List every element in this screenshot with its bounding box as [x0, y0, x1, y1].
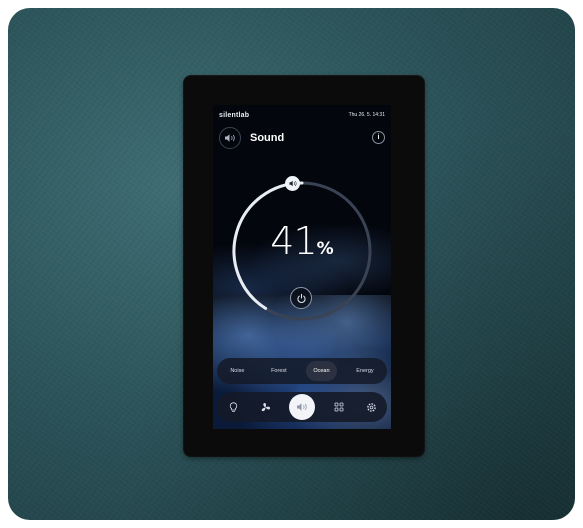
page-header: Sound i	[219, 127, 385, 149]
bottom-navigation	[217, 392, 387, 422]
mode-energy[interactable]: Energy	[349, 361, 380, 381]
tablet-screen: silentlab Thu 26. 5. 14:31 Sound i 41% N…	[213, 105, 391, 429]
sound-mode-button[interactable]	[219, 127, 241, 149]
wall-tablet: silentlab Thu 26. 5. 14:31 Sound i 41% N…	[184, 76, 424, 456]
nav-light[interactable]	[225, 399, 241, 415]
sound-mode-selector: Noise Forest Ocean Energy	[217, 358, 387, 384]
volume-value: 41	[270, 219, 317, 263]
volume-unit: %	[316, 239, 334, 259]
speaker-icon	[225, 134, 235, 142]
mode-ocean[interactable]: Ocean	[306, 361, 337, 381]
bulb-icon	[229, 401, 237, 412]
status-bar: silentlab Thu 26. 5. 14:31	[219, 109, 385, 121]
power-button[interactable]	[290, 287, 312, 309]
info-icon: i	[377, 134, 380, 141]
info-button[interactable]: i	[372, 131, 385, 144]
nav-settings[interactable]	[363, 399, 379, 415]
volume-readout: 41%	[224, 219, 380, 263]
nav-ventilation[interactable]	[257, 399, 273, 415]
gear-icon	[366, 402, 376, 412]
mode-noise[interactable]: Noise	[223, 361, 251, 381]
speaker-icon	[289, 180, 297, 187]
nav-sound[interactable]	[289, 394, 315, 420]
brand-logo: silentlab	[219, 111, 250, 119]
grid-icon	[334, 402, 344, 412]
date-time: Thu 26. 5. 14:31	[348, 112, 385, 118]
nav-scenes[interactable]	[331, 399, 347, 415]
page-title: Sound	[250, 132, 285, 144]
volume-dial[interactable]: 41%	[224, 173, 380, 329]
power-icon	[296, 293, 306, 303]
fan-icon	[261, 402, 270, 411]
photo-background: silentlab Thu 26. 5. 14:31 Sound i 41% N…	[8, 8, 575, 520]
mode-forest[interactable]: Forest	[264, 361, 294, 381]
sound-icon	[297, 403, 307, 411]
